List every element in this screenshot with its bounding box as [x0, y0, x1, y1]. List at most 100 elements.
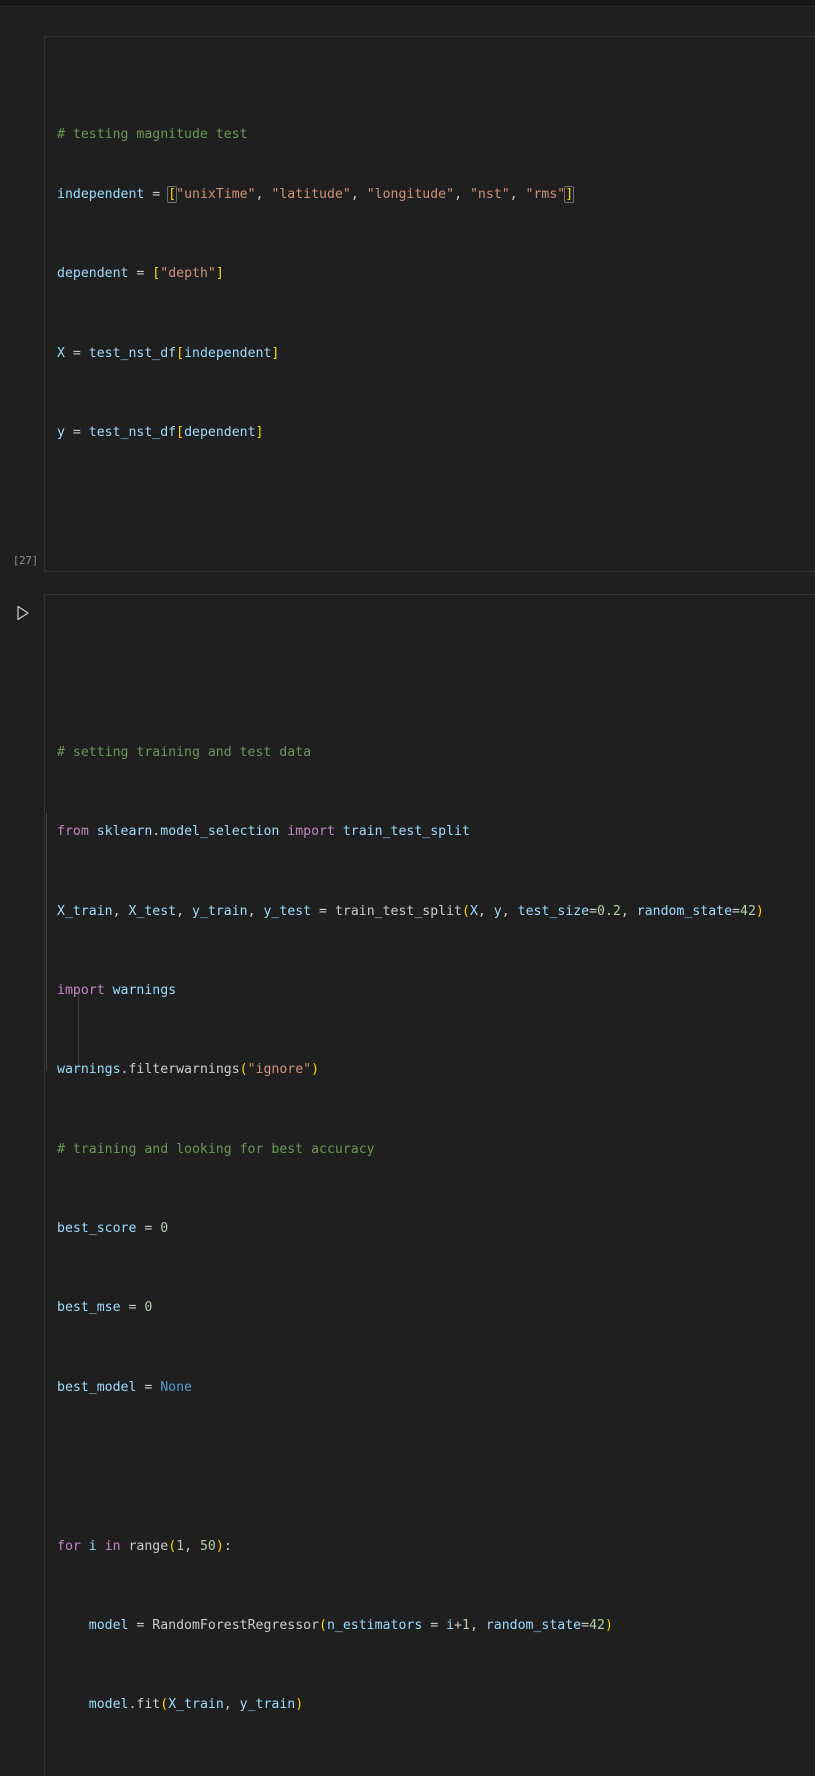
- code-line: from sklearn.model_selection import trai…: [57, 822, 815, 842]
- code-token-keyword: for: [57, 1538, 81, 1554]
- code-token-op: .: [120, 1062, 129, 1078]
- code-token-number: 1: [462, 1617, 470, 1633]
- indent-guide-level-1: [46, 812, 47, 1071]
- code-token-number: 42: [589, 1617, 605, 1633]
- code-token-bracket: ): [295, 1697, 304, 1713]
- code-token-identifier: independent: [184, 345, 272, 361]
- code-token-op: ,: [469, 1617, 486, 1633]
- code-token-identifier: y: [57, 425, 65, 441]
- code-token-op: ,: [112, 903, 129, 919]
- code-token-none-literal: None: [160, 1379, 192, 1395]
- code-line: # setting training and test data: [57, 743, 815, 763]
- code-line: best_model = None: [57, 1378, 815, 1398]
- code-token-identifier: X_train: [57, 903, 113, 919]
- code-token-string: "depth": [160, 266, 216, 282]
- code-line: best_score = 0: [57, 1219, 815, 1239]
- cell-28-code-editor[interactable]: # setting training and test data from sk…: [45, 595, 815, 1776]
- code-token-identifier: random_state: [485, 1617, 582, 1633]
- code-token-number: 50: [199, 1538, 216, 1554]
- code-token-op: ,: [350, 186, 367, 202]
- code-token-keyword: from: [57, 824, 89, 840]
- code-token-function: fit: [136, 1697, 161, 1713]
- cell-spacer: [0, 572, 815, 594]
- code-token-op: ,: [184, 1538, 200, 1554]
- code-token-op: =: [136, 1221, 161, 1237]
- code-line: dependent = ["depth"]: [57, 264, 815, 284]
- code-token-op: .: [128, 1697, 137, 1713]
- code-token-identifier: train_test_split: [334, 824, 470, 840]
- code-token-keyword: import: [279, 824, 335, 840]
- code-line: best_mse = 0: [57, 1298, 815, 1318]
- code-token-identifier: independent: [57, 186, 145, 202]
- code-token-string: "nst": [469, 186, 510, 202]
- code-token-comment: # setting training and test data: [57, 744, 312, 760]
- code-token-identifier: model: [88, 1617, 129, 1633]
- code-line: y_pred = model.predict(X_test): [57, 1775, 815, 1776]
- code-token-identifier: warnings: [104, 982, 177, 998]
- code-token-string: "unixTime": [176, 186, 256, 202]
- code-token-op: =: [144, 186, 169, 202]
- code-token-op: =: [128, 266, 153, 282]
- code-token-identifier: X_train: [168, 1697, 224, 1713]
- notebook-cell-28[interactable]: [28] # setting training and test data fr…: [0, 593, 815, 1776]
- code-token-identifier: warnings: [57, 1062, 121, 1078]
- code-token-identifier: y_train: [192, 903, 248, 919]
- code-token-number: 1: [176, 1538, 185, 1554]
- code-token-number: 0: [144, 1300, 153, 1316]
- code-token-function: range: [120, 1538, 169, 1554]
- cell-27-body[interactable]: # testing magnitude test independent = […: [44, 36, 815, 572]
- code-token-identifier: best_model: [57, 1379, 137, 1395]
- notebook-cell-27[interactable]: [27] # testing magnitude test independen…: [0, 36, 815, 572]
- code-token-number: 42: [740, 903, 756, 919]
- code-line: model = RandomForestRegressor(n_estimato…: [57, 1616, 815, 1636]
- code-token-identifier: y: [493, 903, 502, 919]
- code-token-identifier: n_estimators: [326, 1617, 423, 1633]
- code-token-string: "longitude": [366, 186, 455, 202]
- code-token-op: =: [311, 903, 335, 919]
- code-token-bracket: ): [311, 1062, 320, 1078]
- code-token-identifier: random_state: [636, 903, 733, 919]
- code-token-bracket: (: [319, 1617, 327, 1633]
- code-token-identifier: model: [88, 1697, 129, 1713]
- code-token-bracket: ): [755, 903, 764, 919]
- code-line: import warnings: [57, 981, 815, 1001]
- code-token-string: "ignore": [247, 1062, 312, 1078]
- code-token-bracket: ): [215, 1538, 224, 1554]
- code-token-op: ,: [620, 903, 637, 919]
- code-line: # testing magnitude test: [57, 106, 815, 142]
- code-token-bracket: (: [168, 1538, 177, 1554]
- code-token-string: "rms": [525, 186, 566, 202]
- code-token-op: =: [120, 1300, 145, 1316]
- code-token-string: "latitude": [271, 186, 351, 202]
- code-token-op: ,: [477, 903, 494, 919]
- code-token-identifier: i: [80, 1538, 97, 1554]
- code-token-op: :: [223, 1538, 232, 1554]
- code-token-comment: # testing magnitude test: [57, 127, 248, 143]
- code-line: X = test_nst_df[independent]: [57, 344, 815, 364]
- window-top-strip: [0, 0, 815, 7]
- code-token-op: ,: [255, 186, 272, 202]
- code-token-function: filterwarnings: [128, 1062, 240, 1078]
- code-line: X_train, X_test, y_train, y_test = train…: [57, 902, 815, 922]
- code-token-identifier: dependent: [57, 266, 129, 282]
- code-line: for i in range(1, 50):: [57, 1537, 815, 1557]
- cell-27-code-editor[interactable]: # testing magnitude test independent = […: [45, 37, 815, 571]
- code-token-bracket-close: ]: [564, 185, 575, 203]
- run-cell-button[interactable]: [14, 604, 32, 622]
- code-token-op: ,: [454, 186, 470, 202]
- code-line: # training and looking for best accuracy: [57, 1140, 815, 1160]
- code-token-identifier: y_test: [263, 903, 312, 919]
- code-token-op: ,: [247, 903, 264, 919]
- code-token-function: train_test_split: [334, 903, 462, 919]
- code-token-op: =: [732, 903, 740, 919]
- code-token-number: 0: [160, 1221, 169, 1237]
- notebook-container: [27] # testing magnitude test independen…: [0, 36, 815, 1776]
- code-token-identifier: X_test: [128, 903, 177, 919]
- cell-28-body[interactable]: # setting training and test data from sk…: [44, 593, 815, 1776]
- code-token-keyword: import: [57, 982, 105, 998]
- code-token-op: =: [128, 1617, 153, 1633]
- cell-27-execution-count: [27]: [12, 553, 39, 567]
